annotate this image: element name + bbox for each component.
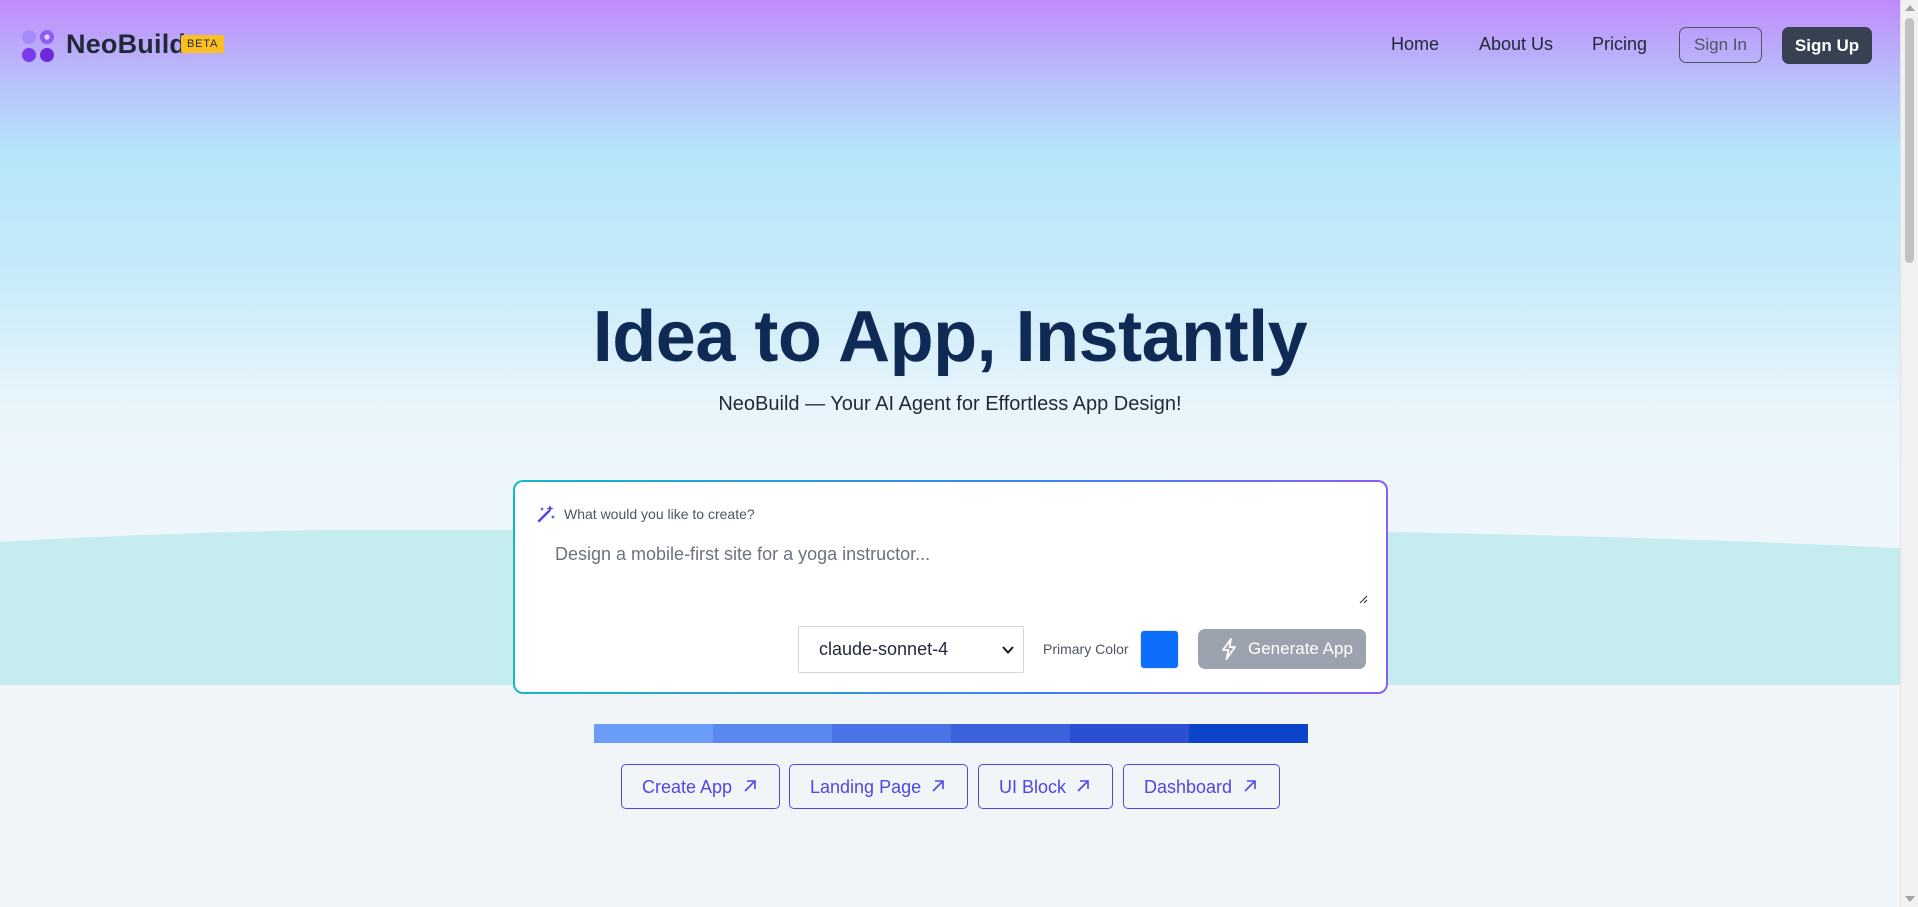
- magic-wand-icon: [537, 505, 555, 523]
- scroll-down-icon[interactable]: [1905, 896, 1915, 902]
- generate-app-button[interactable]: Generate App: [1198, 629, 1366, 669]
- sign-up-button[interactable]: Sign Up: [1782, 27, 1872, 64]
- prompt-input[interactable]: [535, 534, 1369, 604]
- quick-ui-block-button[interactable]: UI Block: [978, 764, 1113, 809]
- prompt-card: What would you like to create? claude-so…: [513, 480, 1388, 694]
- beta-badge: BETA: [181, 35, 225, 53]
- hero-title: Idea to App, Instantly: [592, 297, 1308, 377]
- quick-link-label: UI Block: [999, 777, 1067, 797]
- arrow-up-right-icon: [744, 780, 756, 792]
- prompt-label: What would you like to create?: [564, 506, 755, 522]
- palette-swatch[interactable]: [951, 724, 1070, 743]
- page-scrollbar[interactable]: [1900, 0, 1918, 907]
- palette-swatch[interactable]: [1189, 724, 1308, 743]
- palette-swatch[interactable]: [1070, 724, 1189, 743]
- resize-grip-icon[interactable]: [1358, 594, 1368, 604]
- generate-app-label: Generate App: [1248, 639, 1353, 658]
- quick-create-app-button[interactable]: Create App: [621, 764, 780, 809]
- quick-link-label: Create App: [642, 777, 733, 797]
- quick-link-label: Landing Page: [810, 777, 922, 797]
- palette-swatch[interactable]: [832, 724, 951, 743]
- nav-pricing[interactable]: Pricing: [1592, 34, 1647, 55]
- model-select-value: claude-sonnet-4: [819, 639, 949, 659]
- quick-link-label: Dashboard: [1144, 777, 1233, 797]
- nav-about-us[interactable]: About Us: [1479, 34, 1553, 55]
- arrow-up-right-icon: [1077, 780, 1089, 792]
- nav-home[interactable]: Home: [1391, 34, 1439, 55]
- hero-subtitle: NeoBuild — Your AI Agent for Effortless …: [718, 393, 1182, 415]
- neobuild-logo-icon[interactable]: [20, 28, 56, 64]
- quick-dashboard-button[interactable]: Dashboard: [1123, 764, 1280, 809]
- model-select[interactable]: claude-sonnet-4: [798, 626, 1024, 673]
- primary-color-label: Primary Color: [1043, 641, 1129, 657]
- palette-swatch[interactable]: [594, 724, 713, 743]
- lightning-icon: [1222, 638, 1236, 660]
- scroll-up-icon[interactable]: [1905, 5, 1915, 11]
- quick-landing-page-button[interactable]: Landing Page: [789, 764, 968, 809]
- brand-name[interactable]: NeoBuild: [66, 29, 186, 60]
- sign-in-button[interactable]: Sign In: [1679, 27, 1762, 63]
- color-palette: [594, 724, 1308, 743]
- chevron-down-icon: [1002, 646, 1014, 654]
- palette-swatch[interactable]: [713, 724, 832, 743]
- arrow-up-right-icon: [932, 780, 944, 792]
- prompt-card-body: What would you like to create? claude-so…: [515, 482, 1386, 692]
- arrow-up-right-icon: [1244, 780, 1256, 792]
- primary-color-picker[interactable]: [1140, 630, 1179, 669]
- scrollbar-thumb[interactable]: [1905, 18, 1914, 263]
